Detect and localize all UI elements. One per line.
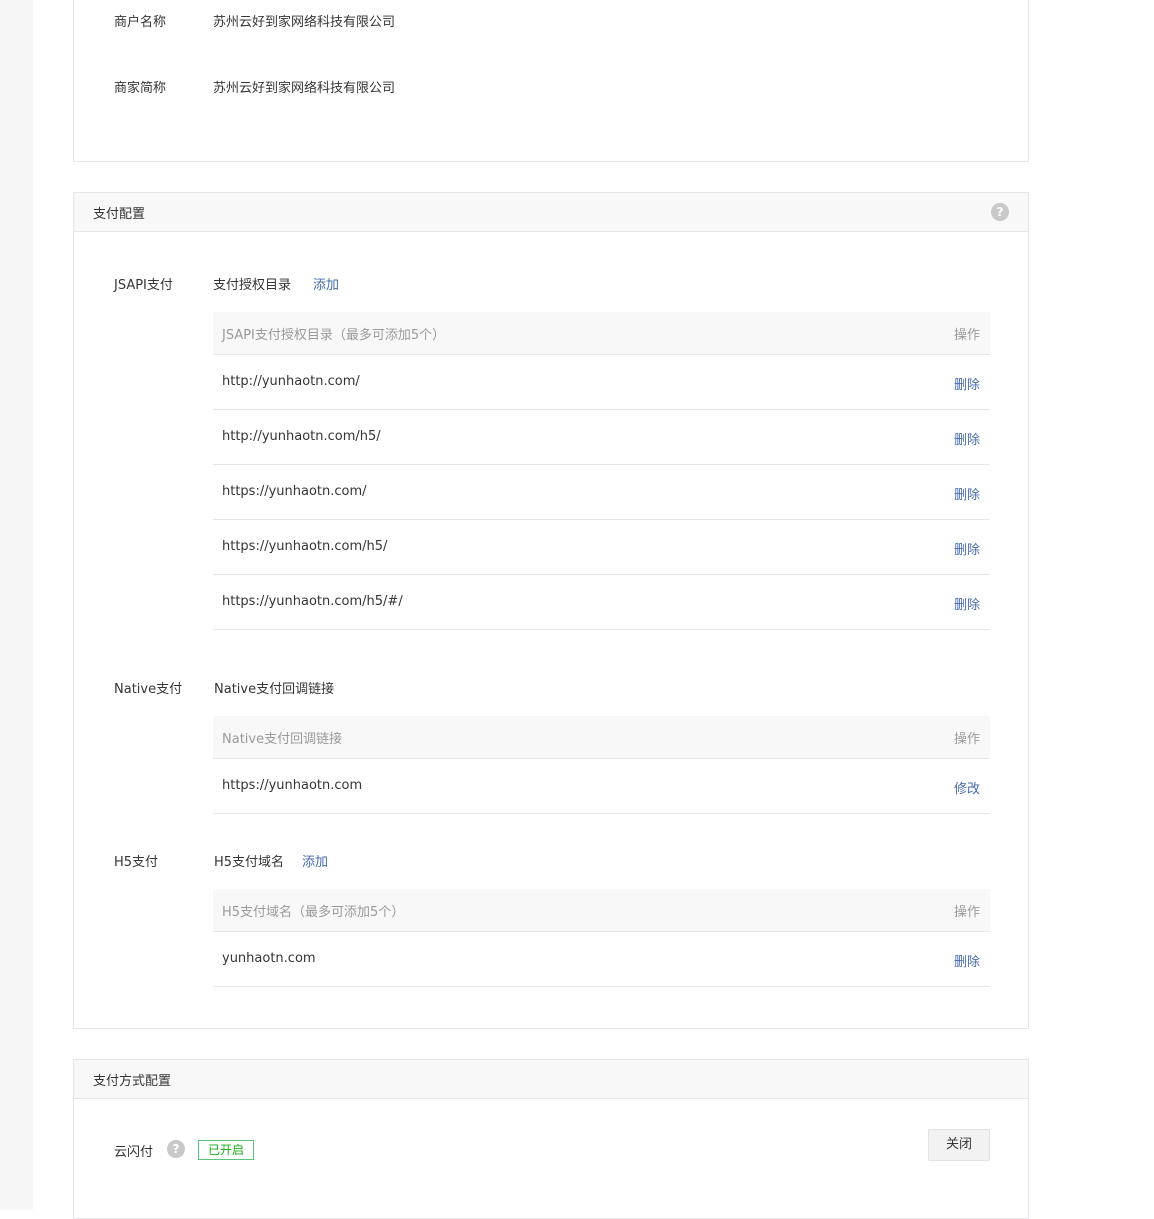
- h5-table-header: H5支付域名（最多可添加5个） 操作: [213, 889, 990, 932]
- jsapi-action-header: 操作: [953, 328, 980, 343]
- payment-method-header: 支付方式配置: [74, 1060, 1028, 1099]
- table-row: https://yunhaotn.com/ 删除: [213, 465, 990, 520]
- h5-column-header: H5支付域名（最多可添加5个）: [222, 905, 405, 920]
- h5-domain-label: H5支付域名: [214, 855, 285, 870]
- delete-link[interactable]: 删除: [954, 429, 980, 448]
- table-row: https://yunhaotn.com 修改: [213, 759, 990, 814]
- table-row: http://yunhaotn.com/ 删除: [213, 355, 990, 410]
- payment-config-header: 支付配置 ?: [74, 193, 1028, 232]
- jsapi-column-header: JSAPI支付授权目录（最多可添加5个）: [222, 328, 446, 343]
- jsapi-auth-dir-label: 支付授权目录: [213, 278, 292, 293]
- merchant-name-value: 苏州云好到家网络科技有限公司: [213, 15, 396, 30]
- native-action-header: 操作: [953, 732, 980, 747]
- delete-link[interactable]: 删除: [954, 951, 980, 970]
- payment-config-card: 支付配置 ? JSAPI支付 支付授权目录 添加 JSAPI支付授权目录（最多可…: [73, 192, 1029, 1029]
- native-callback-label: Native支付回调链接: [214, 682, 335, 697]
- merchant-info-card: 商户名称 苏州云好到家网络科技有限公司 商家简称 苏州云好到家网络科技有限公司: [73, 0, 1029, 162]
- native-label: Native支付: [114, 682, 183, 697]
- delete-link[interactable]: 删除: [954, 374, 980, 393]
- table-row: yunhaotn.com 删除: [213, 932, 990, 987]
- jsapi-table-header: JSAPI支付授权目录（最多可添加5个） 操作: [213, 312, 990, 355]
- h5-action-header: 操作: [953, 905, 980, 920]
- payment-config-title: 支付配置: [93, 207, 146, 222]
- jsapi-url: http://yunhaotn.com/h5/: [222, 429, 381, 444]
- h5-label: H5支付: [114, 855, 159, 870]
- jsapi-table: JSAPI支付授权目录（最多可添加5个） 操作 http://yunhaotn.…: [213, 312, 990, 630]
- jsapi-add-link[interactable]: 添加: [313, 274, 339, 293]
- table-row: https://yunhaotn.com/h5/ 删除: [213, 520, 990, 575]
- merchant-short-name-value: 苏州云好到家网络科技有限公司: [213, 81, 396, 96]
- jsapi-url: http://yunhaotn.com/: [222, 374, 360, 389]
- merchant-short-name-label: 商家简称: [114, 81, 167, 96]
- native-table: Native支付回调链接 操作 https://yunhaotn.com 修改: [213, 716, 990, 814]
- left-sidebar-strip: [0, 0, 33, 1210]
- edit-link[interactable]: 修改: [954, 778, 980, 797]
- h5-add-link[interactable]: 添加: [302, 851, 328, 870]
- jsapi-url: https://yunhaotn.com/h5/: [222, 539, 388, 554]
- table-row: http://yunhaotn.com/h5/ 删除: [213, 410, 990, 465]
- merchant-name-label: 商户名称: [114, 15, 167, 30]
- native-table-header: Native支付回调链接 操作: [213, 716, 990, 759]
- close-button[interactable]: 关闭: [928, 1129, 990, 1161]
- jsapi-url: https://yunhaotn.com/: [222, 484, 367, 499]
- status-badge: 已开启: [198, 1140, 255, 1160]
- payment-method-card: 支付方式配置 云闪付 ? 已开启 关闭: [73, 1059, 1029, 1219]
- payment-method-title: 支付方式配置: [93, 1074, 172, 1089]
- delete-link[interactable]: 删除: [954, 594, 980, 613]
- yunshanfu-label: 云闪付: [114, 1145, 154, 1160]
- native-column-header: Native支付回调链接: [222, 732, 343, 747]
- question-circle-icon[interactable]: ?: [991, 203, 1009, 221]
- jsapi-label: JSAPI支付: [114, 278, 173, 293]
- jsapi-url: https://yunhaotn.com/h5/#/: [222, 594, 403, 609]
- h5-table: H5支付域名（最多可添加5个） 操作 yunhaotn.com 删除: [213, 889, 990, 987]
- question-circle-icon[interactable]: ?: [167, 1140, 185, 1158]
- table-row: https://yunhaotn.com/h5/#/ 删除: [213, 575, 990, 630]
- delete-link[interactable]: 删除: [954, 484, 980, 503]
- h5-domain: yunhaotn.com: [222, 951, 316, 966]
- delete-link[interactable]: 删除: [954, 539, 980, 558]
- native-callback-url: https://yunhaotn.com: [222, 778, 363, 793]
